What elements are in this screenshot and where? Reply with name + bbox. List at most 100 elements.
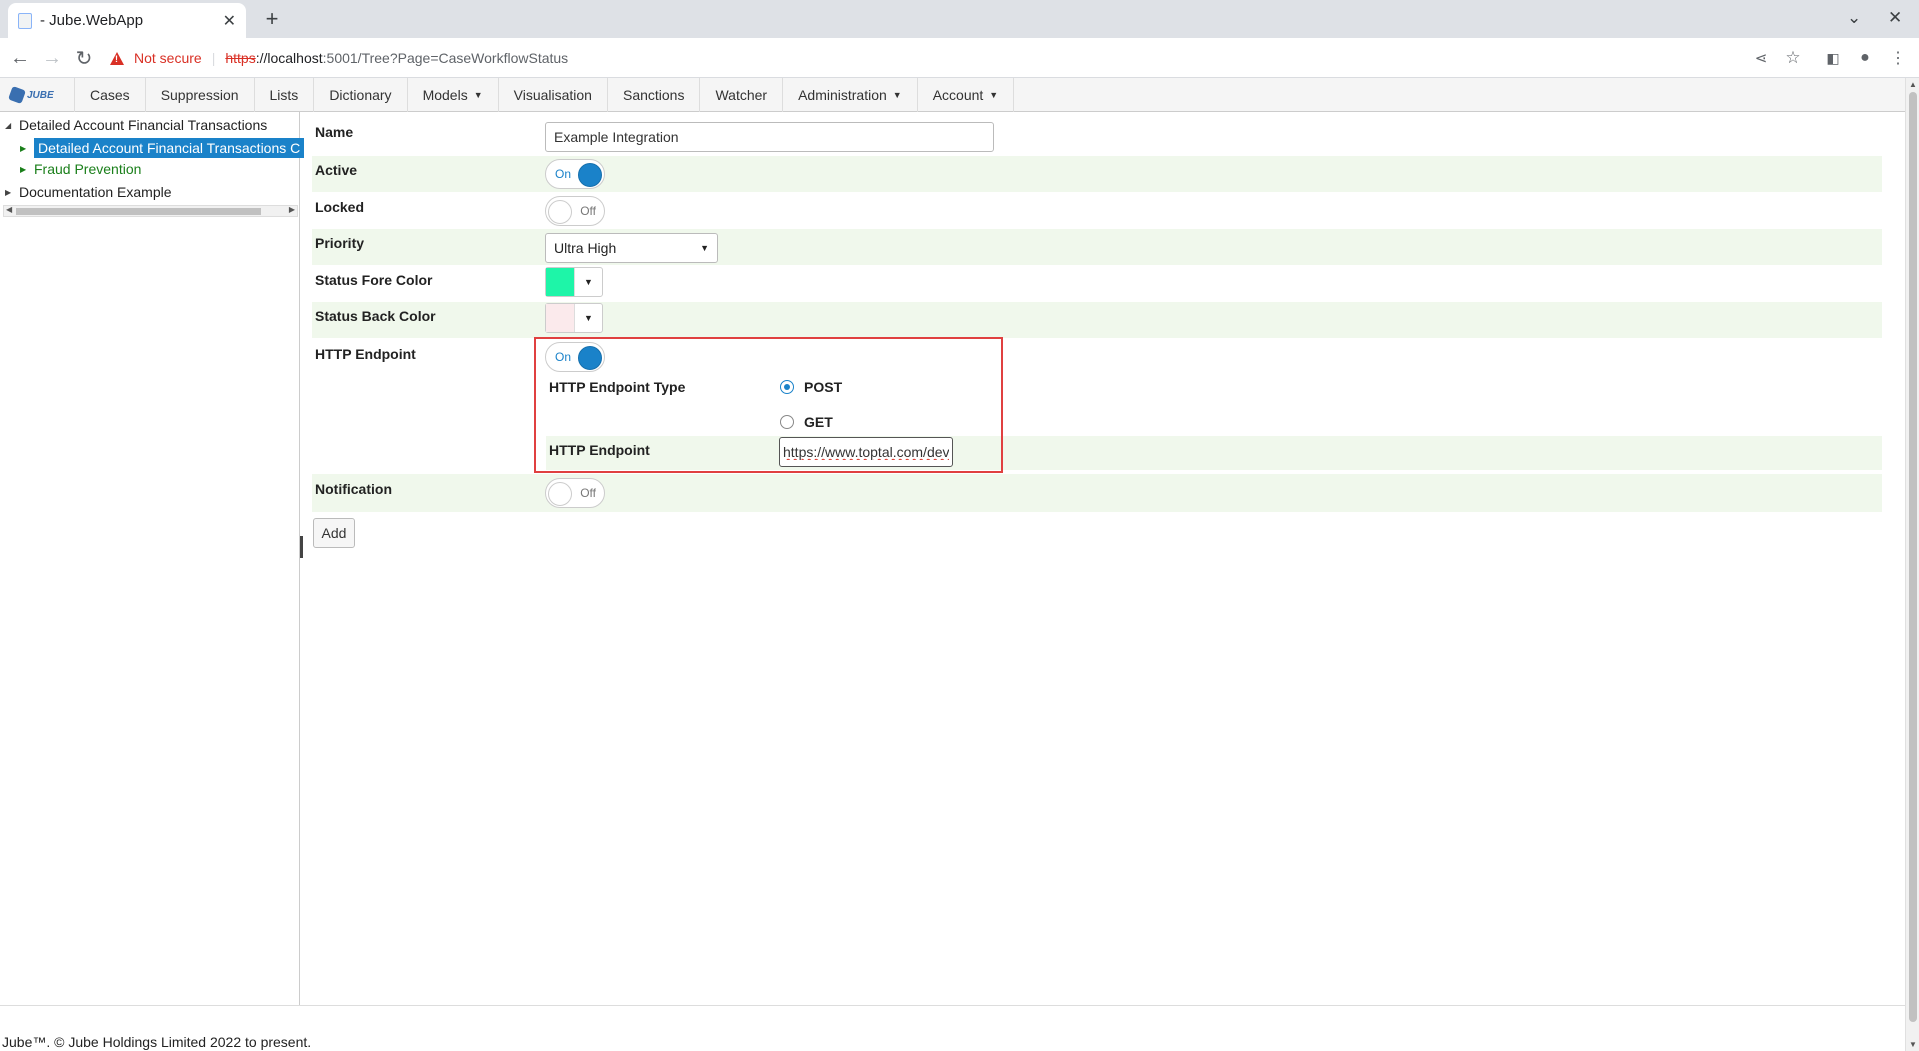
tree-node-label[interactable]: Detailed Account Financial Transactions … (34, 138, 305, 158)
fore-color-picker[interactable]: ▼ (545, 267, 603, 297)
tree-horizontal-scrollbar[interactable]: ◀ ▶ (3, 205, 298, 217)
address-bar[interactable]: Not secure | https://localhost:5001/Tree… (110, 44, 1780, 72)
annotation-highlight-box (534, 337, 1003, 473)
locked-label: Locked (315, 199, 365, 215)
scrollbar-thumb[interactable] (16, 208, 261, 215)
fore-color-row: Status Fore Color ▼ (312, 265, 1882, 302)
tab-close-icon[interactable]: ✕ (223, 11, 236, 31)
active-toggle[interactable]: On (545, 159, 605, 189)
jube-logo[interactable]: JUBE (0, 78, 75, 112)
reload-icon[interactable]: ↻ (70, 44, 98, 72)
toggle-state-text: Off (580, 486, 596, 500)
priority-select[interactable]: Ultra High ▼ (545, 233, 718, 263)
dropdown-arrow-icon: ▼ (700, 243, 709, 253)
jube-logo-text: JUBE (27, 89, 54, 101)
browser-toolbar: ← → ↻ Not secure | https://localhost:500… (0, 38, 1919, 78)
tree-expanded-icon[interactable]: ◢ (5, 121, 19, 130)
jube-logo-mark-icon (8, 86, 26, 104)
scroll-left-icon[interactable]: ◀ (6, 205, 12, 214)
nav-suppression[interactable]: Suppression (146, 78, 255, 112)
add-button[interactable]: Add (313, 518, 355, 548)
tree-node-selected[interactable]: ▶ Detailed Account Financial Transaction… (20, 138, 305, 158)
nav-dictionary[interactable]: Dictionary (314, 78, 408, 112)
nav-label: Watcher (715, 87, 768, 103)
url-scheme: https (225, 50, 256, 66)
tree-node-label[interactable]: Fraud Prevention (34, 161, 141, 177)
priority-selected-value: Ultra High (554, 240, 617, 256)
nav-account[interactable]: Account ▼ (918, 78, 1015, 112)
app-navbar: JUBE Cases Suppression Lists Dictionary … (0, 78, 1905, 112)
caret-down-icon: ▼ (892, 90, 902, 100)
nav-watcher[interactable]: Watcher (700, 78, 784, 112)
new-tab-icon[interactable]: + (258, 6, 286, 34)
back-icon[interactable]: ← (6, 44, 34, 72)
page-vertical-scrollbar[interactable]: ▲ ▼ (1905, 78, 1919, 1051)
entity-tree: ◢ Detailed Account Financial Transaction… (0, 112, 305, 1005)
toggle-state-text: Off (580, 204, 596, 218)
scrollbar-thumb[interactable] (1909, 92, 1917, 1022)
active-label: Active (315, 162, 358, 178)
address-divider: | (211, 50, 216, 66)
window-close-icon[interactable]: ✕ (1888, 8, 1902, 28)
panel-splitter-handle[interactable] (300, 536, 303, 558)
tab-title: - Jube.WebApp (40, 12, 144, 29)
nav-lists[interactable]: Lists (255, 78, 315, 112)
tree-collapsed-icon[interactable]: ▶ (5, 188, 19, 197)
nav-visualisation[interactable]: Visualisation (499, 78, 608, 112)
caret-down-icon: ▼ (473, 90, 483, 100)
url-host: ://localhost (255, 50, 323, 66)
nav-label: Administration (798, 87, 887, 103)
tree-collapsed-icon[interactable]: ▶ (20, 165, 34, 174)
priority-row: Priority Ultra High ▼ (312, 229, 1882, 265)
locked-row: Locked Off (312, 192, 1882, 229)
scroll-up-icon[interactable]: ▲ (1909, 80, 1917, 89)
back-color-swatch (546, 304, 574, 332)
nav-models[interactable]: Models ▼ (408, 78, 499, 112)
tree-node[interactable]: ▶ Documentation Example (5, 182, 172, 202)
nav-label: Lists (269, 87, 299, 103)
nav-sanctions[interactable]: Sanctions (608, 78, 701, 112)
tree-node-label[interactable]: Documentation Example (19, 184, 172, 200)
security-status[interactable]: Not secure (134, 50, 202, 66)
back-color-label: Status Back Color (315, 308, 436, 324)
nav-cases[interactable]: Cases (75, 78, 146, 112)
nav-label: Visualisation (513, 87, 592, 103)
toggle-state-text: On (555, 167, 572, 181)
nav-label: Suppression (160, 87, 239, 103)
name-row: Name (312, 117, 1882, 153)
fore-color-label: Status Fore Color (315, 272, 433, 288)
toggle-knob (548, 482, 572, 506)
dropdown-arrow-icon: ▼ (574, 268, 602, 296)
forward-icon[interactable]: → (38, 44, 66, 72)
tree-node[interactable]: ▶ Fraud Prevention (20, 159, 141, 179)
scroll-right-icon[interactable]: ▶ (289, 205, 295, 214)
name-input[interactable] (545, 122, 994, 152)
side-panel-icon[interactable]: ◧ (1819, 44, 1847, 72)
notification-toggle[interactable]: Off (545, 478, 605, 508)
locked-toggle[interactable]: Off (545, 196, 605, 226)
tree-node[interactable]: ◢ Detailed Account Financial Transaction… (5, 115, 267, 135)
nav-label: Dictionary (329, 87, 392, 103)
tree-node-label[interactable]: Detailed Account Financial Transactions (19, 117, 267, 133)
back-color-picker[interactable]: ▼ (545, 303, 603, 333)
http-endpoint-label: HTTP Endpoint (315, 346, 416, 362)
toggle-knob (548, 200, 572, 224)
notification-label: Notification (315, 481, 392, 497)
tree-collapsed-icon[interactable]: ▶ (20, 144, 34, 153)
nav-administration[interactable]: Administration ▼ (783, 78, 918, 112)
share-icon[interactable]: ⋖ (1747, 44, 1775, 72)
browser-tab[interactable]: - Jube.WebApp ✕ (8, 3, 246, 38)
nav-label: Account (932, 87, 984, 103)
dropdown-arrow-icon: ▼ (574, 304, 602, 332)
warning-icon (110, 51, 124, 65)
browser-menu-icon[interactable]: ⋮ (1884, 44, 1912, 72)
name-label: Name (315, 124, 354, 140)
footer-copyright: Jube™. © Jube Holdings Limited 2022 to p… (2, 1034, 312, 1050)
scroll-down-icon[interactable]: ▼ (1909, 1040, 1917, 1049)
bookmark-star-icon[interactable]: ☆ (1779, 44, 1807, 72)
tab-search-chevron-icon[interactable]: ⌄ (1847, 8, 1861, 28)
profile-avatar-icon[interactable]: ● (1851, 44, 1879, 72)
active-row: Active On (312, 156, 1882, 192)
footer-divider (0, 1005, 1905, 1006)
url-path: :5001/Tree?Page=CaseWorkflowStatus (322, 50, 569, 66)
